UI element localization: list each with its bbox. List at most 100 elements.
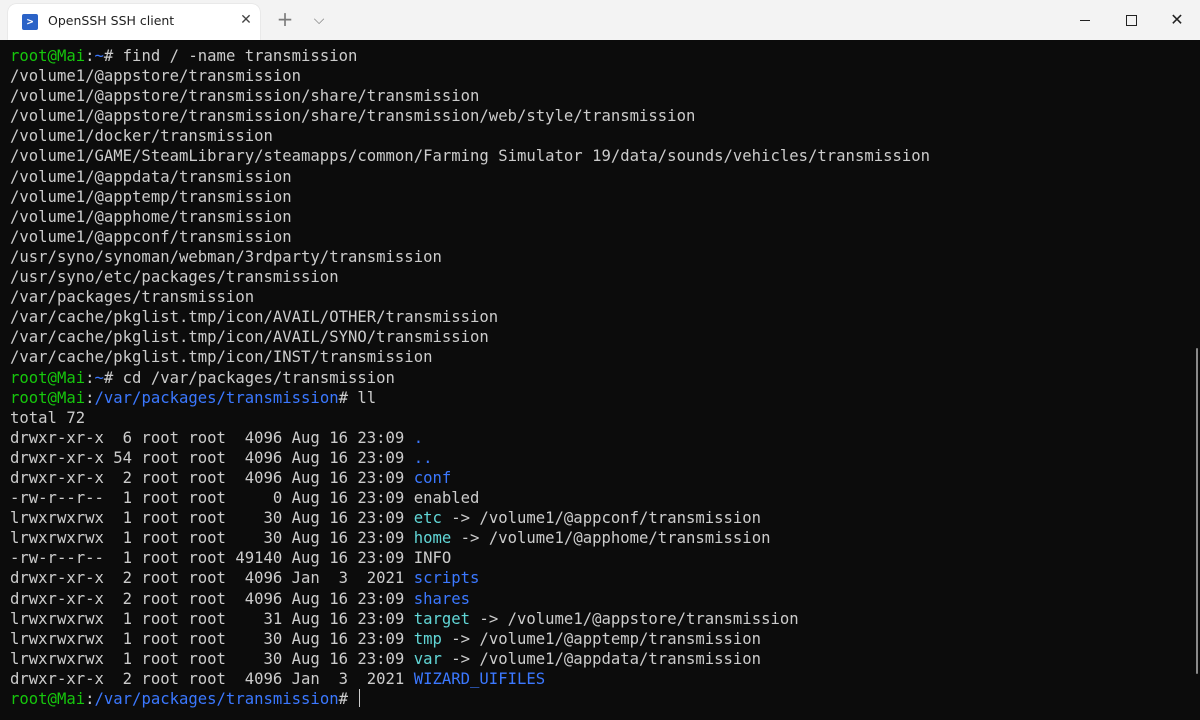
terminal-line: lrwxrwxrwx 1 root root 30 Aug 16 23:09 v… [10,649,1188,669]
terminal-segment: drwxr-xr-x 2 root root 4096 Jan 3 2021 [10,669,414,688]
terminal-segment: -> /volume1/@appdata/transmission [441,649,762,668]
tab-openssh[interactable]: > OpenSSH SSH client ✕ [8,4,260,40]
terminal-line: root@Mai:/var/packages/transmission# ll [10,388,1188,408]
terminal-segment: drwxr-xr-x 2 root root 4096 Aug 16 23:09 [10,589,414,608]
terminal-segment: /volume1/@apptemp/transmission [10,187,292,206]
terminal-segment: tmp [413,629,442,648]
terminal-segment: : [85,690,95,708]
terminal-line: root@Mai:~# find / -name transmission [10,46,1188,66]
terminal-segment: lrwxrwxrwx 1 root root 31 Aug 16 23:09 [10,609,414,628]
terminal-segment: /usr/syno/etc/packages/transmission [10,268,339,287]
terminal-segment: /var/cache/pkglist.tmp/icon/AVAIL/OTHER/… [10,308,499,327]
terminal-segment: lrwxrwxrwx 1 root root 30 Aug 16 23:09 [10,529,414,548]
terminal-segment: # [338,690,358,708]
maximize-button[interactable] [1108,0,1154,40]
terminal-line: root@Mai:~# cd /var/packages/transmissio… [10,368,1188,388]
terminal-segment: var [413,649,442,668]
close-icon: ✕ [1170,10,1184,29]
terminal-segment: -> /volume1/@appstore/transmission [470,609,799,628]
terminal-segment: /volume1/@appstore/transmission/share/tr… [10,107,696,126]
terminal-segment: /var/cache/pkglist.tmp/icon/AVAIL/SYNO/t… [10,328,489,347]
close-button[interactable]: ✕ [1154,0,1200,40]
terminal-line: /volume1/@appstore/transmission/share/tr… [10,106,1188,126]
terminal-segment: : [85,368,95,387]
terminal-segment: # cd /var/packages/transmission [103,368,395,387]
maximize-icon [1125,14,1137,26]
terminal-segment: -rw-r--r-- 1 root root 0 Aug 16 23:09 en… [10,489,480,508]
terminal-line: /var/packages/transmission [10,287,1188,307]
terminal-segment: total 72 [10,408,86,427]
terminal-segment: # find / -name transmission [103,47,358,65]
terminal-segment: root@Mai [10,368,86,387]
terminal-segment: root@Mai [10,388,86,407]
terminal-segment: target [413,609,471,628]
terminal-line: /usr/syno/synoman/webman/3rdparty/transm… [10,247,1188,267]
terminal-segment: /volume1/@appstore/transmission [10,67,302,86]
terminal-line: lrwxrwxrwx 1 root root 30 Aug 16 23:09 e… [10,508,1188,528]
terminal-segment: /volume1/GAME/SteamLibrary/steamapps/com… [10,147,931,166]
terminal-segment: ~ [94,368,104,387]
terminal-line: drwxr-xr-x 2 root root 4096 Jan 3 2021 W… [10,669,1188,689]
terminal-segment: drwxr-xr-x 6 root root 4096 Aug 16 23:09 [10,428,414,447]
terminal-segment: lrwxrwxrwx 1 root root 30 Aug 16 23:09 [10,509,414,528]
terminal-line: /volume1/@appstore/transmission [10,66,1188,86]
terminal-line: drwxr-xr-x 54 root root 4096 Aug 16 23:0… [10,448,1188,468]
title-bar: > OpenSSH SSH client ✕ + ⌵ ✕ [0,0,1200,40]
terminal-segment: -> /volume1/@apphome/transmission [451,529,771,548]
terminal-line: /volume1/@appconf/transmission [10,227,1188,247]
terminal-output[interactable]: root@Mai:~# find / -name transmission/vo… [10,46,1188,716]
terminal-segment: -> /volume1/@appconf/transmission [441,509,762,528]
terminal-segment: home [413,529,452,548]
new-tab-button[interactable]: + [272,8,298,32]
minimize-button[interactable] [1062,0,1108,40]
terminal-line: -rw-r--r-- 1 root root 0 Aug 16 23:09 en… [10,488,1188,508]
terminal-segment: .. [413,448,433,467]
terminal-segment: /volume1/@appconf/transmission [10,227,292,246]
terminal-line: drwxr-xr-x 6 root root 4096 Aug 16 23:09… [10,428,1188,448]
terminal-segment: drwxr-xr-x 2 root root 4096 Aug 16 23:09 [10,468,414,487]
terminal-segment: # ll [338,388,377,407]
terminal-segment: /volume1/@appstore/transmission/share/tr… [10,87,480,106]
terminal-line: -rw-r--r-- 1 root root 49140 Aug 16 23:0… [10,548,1188,568]
terminal-segment: /var/cache/pkglist.tmp/icon/INST/transmi… [10,348,433,367]
terminal-segment: -rw-r--r-- 1 root root 49140 Aug 16 23:0… [10,549,452,568]
terminal-line: /var/cache/pkglist.tmp/icon/INST/transmi… [10,347,1188,367]
terminal-segment: etc [413,509,442,528]
terminal-line: lrwxrwxrwx 1 root root 30 Aug 16 23:09 h… [10,528,1188,548]
terminal-line: drwxr-xr-x 2 root root 4096 Aug 16 23:09… [10,468,1188,488]
terminal-segment: lrwxrwxrwx 1 root root 30 Aug 16 23:09 [10,649,414,668]
terminal-line: /var/cache/pkglist.tmp/icon/AVAIL/OTHER/… [10,307,1188,327]
terminal-segment: drwxr-xr-x 54 root root 4096 Aug 16 23:0… [10,448,414,467]
terminal-line: root@Mai:/var/packages/transmission# [10,689,1188,709]
terminal-segment: root@Mai [10,47,86,65]
terminal-line: /volume1/docker/transmission [10,126,1188,146]
chevron-down-icon[interactable]: ⌵ [306,8,332,32]
terminal-line: /volume1/@apphome/transmission [10,207,1188,227]
terminal-segment: /volume1/docker/transmission [10,127,273,146]
tab-close-icon[interactable]: ✕ [234,8,258,32]
terminal-line: drwxr-xr-x 2 root root 4096 Jan 3 2021 s… [10,568,1188,588]
terminal-segment: /var/packages/transmission [10,288,255,307]
tab-title: OpenSSH SSH client [48,13,175,28]
terminal-line: total 72 [10,408,1188,428]
powershell-icon: > [22,14,38,30]
terminal-segment: /volume1/@apphome/transmission [10,207,292,226]
terminal-segment: lrwxrwxrwx 1 root root 30 Aug 16 23:09 [10,629,414,648]
terminal-segment: root@Mai [10,690,86,708]
terminal-line: /volume1/@appstore/transmission/share/tr… [10,86,1188,106]
terminal-segment: /usr/syno/synoman/webman/3rdparty/transm… [10,247,442,266]
terminal-segment: WIZARD_UIFILES [413,669,546,688]
terminal-segment: conf [413,468,452,487]
terminal-segment: : [85,388,95,407]
terminal-segment: : [85,47,95,65]
terminal-line: drwxr-xr-x 2 root root 4096 Aug 16 23:09… [10,589,1188,609]
terminal-segment: -> /volume1/@apptemp/transmission [441,629,762,648]
terminal-line: /volume1/GAME/SteamLibrary/steamapps/com… [10,146,1188,166]
terminal-line: lrwxrwxrwx 1 root root 30 Aug 16 23:09 t… [10,629,1188,649]
terminal-line: /volume1/@apptemp/transmission [10,187,1188,207]
scrollbar[interactable] [1196,348,1198,674]
terminal-line: /usr/syno/etc/packages/transmission [10,267,1188,287]
terminal-segment: /var/packages/transmission [94,690,339,708]
terminal-line: /var/cache/pkglist.tmp/icon/AVAIL/SYNO/t… [10,327,1188,347]
terminal-segment: . [413,428,424,447]
